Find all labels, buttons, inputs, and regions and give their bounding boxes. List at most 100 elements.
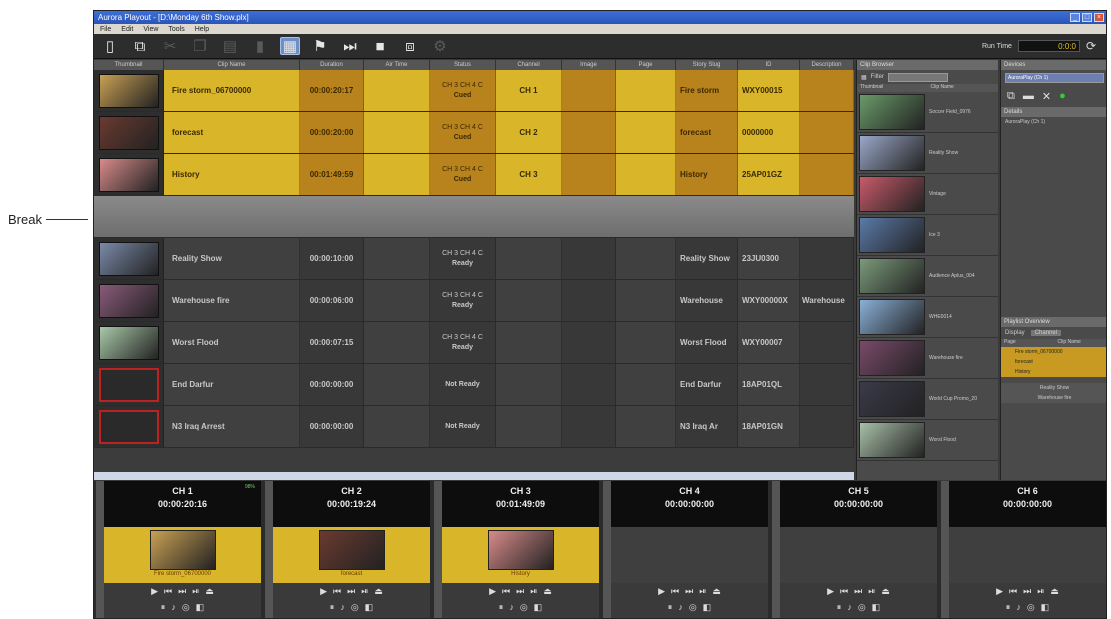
channel-clip-area[interactable]: forecast [273, 527, 430, 583]
playlist-row[interactable]: History 00:01:49:59 CH 3 CH 4 C Cued CH 3 His… [94, 154, 854, 196]
menu-tools[interactable]: Tools [168, 26, 184, 33]
close-icon[interactable]: × [1094, 13, 1104, 22]
column-header-status[interactable]: Status [430, 60, 496, 70]
horizontal-scrollbar[interactable] [94, 472, 854, 480]
channel-clip-area[interactable] [949, 527, 1106, 583]
eject-icon[interactable]: ⏏ [712, 586, 721, 597]
eject-icon[interactable]: ⏏ [881, 586, 890, 597]
filter-dropdown[interactable] [888, 72, 949, 82]
record-icon[interactable]: ◎ [520, 602, 528, 613]
play-icon[interactable]: ▶ [996, 586, 1003, 597]
pause-icon[interactable]: ⏸ [161, 602, 166, 613]
next-icon[interactable]: ⏯ [699, 586, 706, 597]
column-header-id[interactable]: ID [738, 60, 800, 70]
open-icon[interactable]: ⧉ [130, 37, 150, 55]
record-icon[interactable]: ◎ [858, 602, 866, 613]
playlist-row[interactable]: forecast 00:00:20:00 CH 3 CH 4 C Cued CH 2 fo… [94, 112, 854, 154]
prev-icon[interactable]: ⏭ [516, 586, 524, 597]
layout-icon[interactable]: ◧ [196, 602, 205, 613]
clip-browser-item[interactable]: WHE0014 [857, 297, 998, 338]
channel-clip-area[interactable] [611, 527, 768, 583]
column-header-channel[interactable]: Channel [496, 60, 562, 70]
layout-icon[interactable]: ◧ [534, 602, 543, 613]
column-header-air-time[interactable]: Air Time [364, 60, 430, 70]
audio-icon[interactable]: ♪ [171, 602, 176, 612]
maximize-icon[interactable]: □ [1082, 13, 1092, 22]
playlist-row[interactable]: Worst Flood 00:00:07:15 CH 3 CH 4 C Ready Wo… [94, 322, 854, 364]
prev-icon[interactable]: ⏭ [685, 586, 693, 597]
list-view-icon[interactable]: ▦ [280, 37, 300, 55]
next-icon[interactable]: ⏯ [361, 586, 368, 597]
pause-icon[interactable]: ⏸ [499, 602, 504, 613]
prev-icon[interactable]: ⏭ [347, 586, 355, 597]
column-header-duration[interactable]: Duration [300, 60, 364, 70]
overview-item[interactable]: History [1001, 367, 1106, 377]
play-icon[interactable]: ▶ [320, 586, 327, 597]
prev-icon[interactable]: ⏭ [178, 586, 186, 597]
stop-icon[interactable]: ■ [370, 37, 390, 55]
overview-item[interactable]: Warehouse fire [1001, 393, 1106, 403]
play-icon[interactable]: ▶ [658, 586, 665, 597]
layout-icon[interactable]: ◧ [703, 602, 712, 613]
rewind-icon[interactable]: ⏮ [502, 586, 510, 597]
column-header-page[interactable]: Page [616, 60, 676, 70]
next-icon[interactable]: ⏯ [192, 586, 199, 597]
flag-icon[interactable]: ⚑ [310, 37, 330, 55]
menu-file[interactable]: File [100, 26, 111, 33]
pause-icon[interactable]: ⏸ [330, 602, 335, 613]
clip-browser-item[interactable]: Warehouse fire [857, 338, 998, 379]
clip-browser-item[interactable]: World Cup Promo_20 [857, 379, 998, 420]
play-icon[interactable]: ▶ [489, 586, 496, 597]
layout-icon[interactable]: ◧ [1041, 602, 1050, 613]
playlist-row[interactable]: Fire storm_06700000 00:00:20:17 CH 3 CH 4 … [94, 70, 854, 112]
record-icon[interactable]: ◎ [689, 602, 697, 613]
playlist-row[interactable]: Warehouse fire 00:00:06:00 CH 3 CH 4 C Read… [94, 280, 854, 322]
rewind-icon[interactable]: ⏮ [1009, 586, 1017, 597]
column-header-thumbnail[interactable]: Thumbnail [94, 60, 164, 70]
playlist-row[interactable]: Reality Show 00:00:10:00 CH 3 CH 4 C Ready R… [94, 238, 854, 280]
audio-icon[interactable]: ♪ [340, 602, 345, 612]
clip-browser-item[interactable]: Reality Show [857, 133, 998, 174]
channel-clip-area[interactable]: History [442, 527, 599, 583]
next-icon[interactable]: ⏯ [1037, 586, 1044, 597]
record-icon[interactable]: ◎ [182, 602, 190, 613]
prev-icon[interactable]: ⏭ [854, 586, 862, 597]
overview-item[interactable]: Fire storm_06700000 [1001, 347, 1106, 357]
clip-browser-item[interactable]: Audience Aplus_004 [857, 256, 998, 297]
skip-next-icon[interactable]: ⏭ [340, 37, 360, 55]
layout-icon[interactable]: ◧ [365, 602, 374, 613]
clip-browser-item[interactable]: Vintage [857, 174, 998, 215]
audio-icon[interactable]: ♪ [1016, 602, 1021, 612]
channel-clip-area[interactable]: Fire storm_06700000 [104, 527, 261, 583]
column-header-description[interactable]: Description [800, 60, 854, 70]
playlist-row[interactable]: N3 Iraq Arrest 00:00:00:00 Not Ready N3 Ira… [94, 406, 854, 448]
play-icon[interactable]: ▶ [827, 586, 834, 597]
pause-icon[interactable]: ⏸ [837, 602, 842, 613]
next-icon[interactable]: ⏯ [868, 586, 875, 597]
menu-view[interactable]: View [143, 26, 158, 33]
column-header-story-slug[interactable]: Story Slug [676, 60, 738, 70]
eject-icon[interactable]: ⏏ [1050, 586, 1059, 597]
prev-icon[interactable]: ⏭ [1023, 586, 1031, 597]
clip-icon[interactable]: ⧈ [400, 37, 420, 55]
rewind-icon[interactable]: ⏮ [840, 586, 848, 597]
device-select[interactable]: AuroraPlay (Ch 1) [1005, 73, 1104, 83]
audio-icon[interactable]: ♪ [509, 602, 514, 612]
menu-help[interactable]: Help [195, 26, 209, 33]
pause-icon[interactable]: ⏸ [1006, 602, 1011, 613]
record-icon[interactable]: ◎ [1027, 602, 1035, 613]
channel-clip-area[interactable] [780, 527, 937, 583]
refresh-icon[interactable]: ⟳ [1086, 39, 1096, 53]
menu-edit[interactable]: Edit [121, 26, 133, 33]
device-minus-icon[interactable]: ▬ [1023, 90, 1034, 103]
overview-item[interactable]: Reality Show [1001, 383, 1106, 393]
minimize-icon[interactable]: _ [1070, 13, 1080, 22]
rewind-icon[interactable]: ⏮ [671, 586, 679, 597]
break-row[interactable] [94, 196, 854, 238]
display-dropdown[interactable]: Channel [1030, 330, 1062, 336]
column-header-clip-name[interactable]: Clip Name [164, 60, 300, 70]
audio-icon[interactable]: ♪ [678, 602, 683, 612]
device-open-icon[interactable]: ⧉ [1007, 90, 1015, 103]
eject-icon[interactable]: ⏏ [205, 586, 214, 597]
rewind-icon[interactable]: ⏮ [333, 586, 341, 597]
